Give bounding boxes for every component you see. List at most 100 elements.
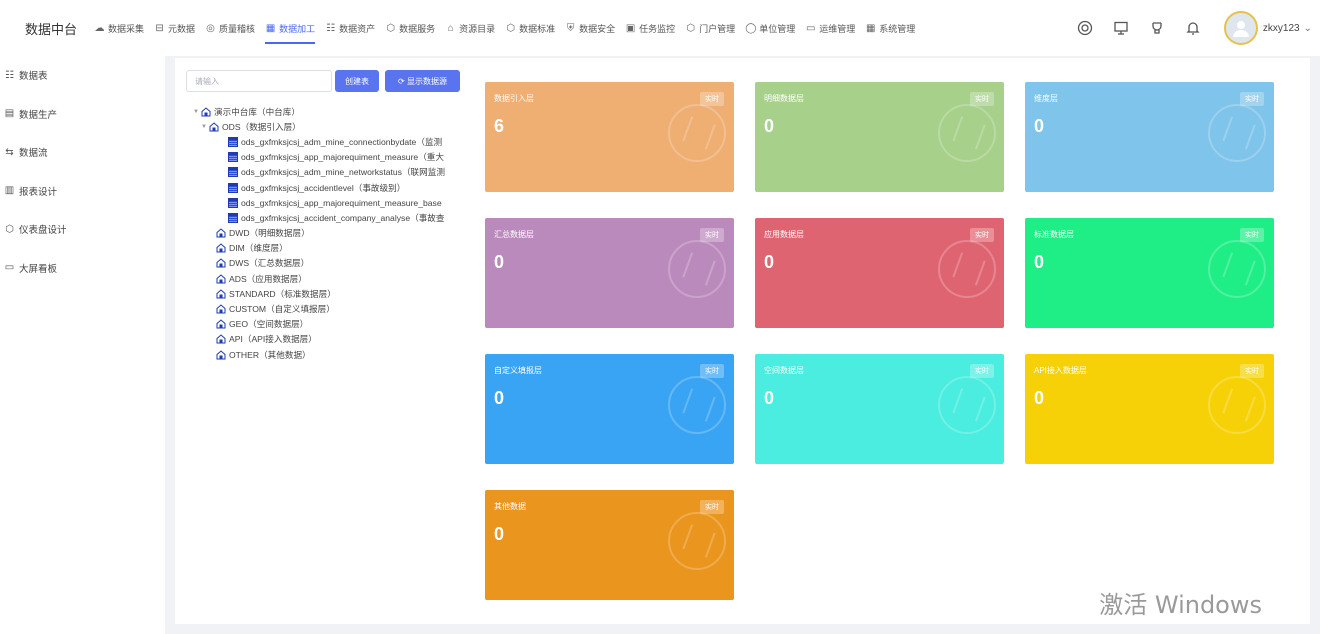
- tree-node-label: DIM（维度层）: [229, 243, 288, 254]
- chevron-down-icon[interactable]: ⌄: [1304, 23, 1312, 34]
- card-count: 0: [1034, 116, 1045, 136]
- tree-node-layer[interactable]: API（API接入数据层）: [193, 332, 445, 347]
- card-count: 0: [494, 252, 505, 272]
- sidebar-item-1[interactable]: ▤ 数据生产: [0, 95, 165, 134]
- sidebar-item-0[interactable]: ☷ 数据表: [0, 56, 165, 95]
- theme-switch-icon[interactable]: [1148, 19, 1166, 37]
- database-house-icon: [209, 122, 219, 132]
- card-count: 0: [764, 388, 775, 408]
- tree-node-layer[interactable]: GEO（空间数据层）: [193, 317, 445, 332]
- bank-icon: ⌂: [447, 22, 454, 34]
- tree-node-table[interactable]: ods_gxfmksjcsj_adm_mine_connectionbydate…: [193, 134, 445, 149]
- caret-down-icon[interactable]: ▼: [193, 109, 201, 115]
- show-datasource-label: 显示数据源: [406, 76, 447, 86]
- sidebar-item-5[interactable]: ▭ 大屏看板: [0, 249, 165, 288]
- show-datasource-button[interactable]: ⟳ 显示数据源: [385, 70, 460, 92]
- sidebar-item-label: 报表设计: [19, 186, 58, 198]
- nav-item-3[interactable]: ▦ 数据加工: [260, 0, 320, 56]
- tree-node-table[interactable]: ods_gxfmksjcsj_app_majorequiment_measure…: [193, 195, 445, 210]
- nav-item-9[interactable]: ▣ 任务监控: [620, 0, 680, 56]
- tree-node-label: 演示中台库（中台库）: [214, 106, 300, 117]
- help-ring-icon[interactable]: [1076, 19, 1094, 37]
- nav-item-11[interactable]: ◯ 单位管理: [740, 0, 800, 56]
- tree-node-table[interactable]: ods_gxfmksjcsj_accident_company_analyse（…: [193, 210, 445, 225]
- tree-node-layer[interactable]: OTHER（其他数据）: [193, 347, 445, 362]
- nav-item-label: 运维管理: [819, 23, 856, 34]
- nav-item-10[interactable]: ⬡ 门户管理: [680, 0, 740, 56]
- tree-node-label: OTHER（其他数据）: [229, 349, 311, 360]
- layer-card[interactable]: 数据引入层 6 实时: [485, 82, 734, 192]
- card-title: 维度层: [1034, 94, 1058, 103]
- nav-item-label: 元数据: [168, 23, 196, 34]
- layer-card[interactable]: 应用数据层 0 实时: [755, 218, 1004, 328]
- layer-card[interactable]: 维度层 0 实时: [1025, 82, 1274, 192]
- monitor-icon: ▣: [625, 22, 636, 34]
- sidebar-item-label: 数据生产: [19, 109, 58, 121]
- tree-node-label: DWS（汇总数据层）: [229, 258, 310, 269]
- database-house-icon: [216, 319, 226, 329]
- database-house-icon: [216, 228, 226, 238]
- tree-node-table[interactable]: ods_gxfmksjcsj_app_majorequiment_measure…: [193, 150, 445, 165]
- layer-card[interactable]: 其他数据 0 实时: [485, 490, 734, 600]
- stamp-icon: [1208, 240, 1266, 298]
- main-nav: ☁ 数据采集 ⊟ 元数据 ◎ 质量稽核 ▦ 数据加工 ☷ 数据资产 ⬡ 数据服务 ⌂ 资源目录 ⬡ 数据标准 ⛨…: [89, 0, 920, 56]
- flow-icon: ⇆: [5, 146, 14, 158]
- sidebar-item-2[interactable]: ⇆ 数据流: [0, 133, 165, 172]
- nav-item-label: 任务监控: [639, 23, 676, 34]
- stamp-icon: [1208, 376, 1266, 434]
- stamp-icon: [1208, 104, 1266, 162]
- stamp-icon: [668, 512, 726, 570]
- nav-item-5[interactable]: ⬡ 数据服务: [380, 0, 440, 56]
- nav-item-8[interactable]: ⛨ 数据安全: [560, 0, 620, 56]
- tree-node-layer[interactable]: DWD（明细数据层）: [193, 226, 445, 241]
- nav-item-2[interactable]: ◎ 质量稽核: [200, 0, 260, 56]
- tree-node-layer[interactable]: CUSTOM（自定义填报层）: [193, 301, 445, 316]
- layer-card[interactable]: 标准数据层 0 实时: [1025, 218, 1274, 328]
- sidebar-item-4[interactable]: ⬡ 仪表盘设计: [0, 210, 165, 249]
- layer-card[interactable]: 汇总数据层 0 实时: [485, 218, 734, 328]
- table-icon: [228, 197, 238, 208]
- hexagon-icon: ⬡: [506, 22, 515, 34]
- tree-node-layer[interactable]: DIM（维度层）: [193, 241, 445, 256]
- refresh-icon: ⟳: [398, 76, 407, 86]
- database-house-icon: [216, 304, 226, 314]
- tree-node-label: STANDARD（标准数据层）: [229, 288, 336, 299]
- search-input[interactable]: [186, 70, 332, 92]
- bell-icon[interactable]: [1184, 19, 1202, 37]
- nav-item-12[interactable]: ▭ 运维管理: [800, 0, 860, 56]
- tree-node-label: ods_gxfmksjcsj_adm_mine_networkstatus（联网…: [241, 167, 445, 178]
- card-count: 0: [494, 388, 505, 408]
- card-title: 明细数据层: [764, 94, 804, 103]
- username[interactable]: zkxy123: [1263, 23, 1300, 34]
- tree-node-layer[interactable]: DWS（汇总数据层）: [193, 256, 445, 271]
- tree-node-table[interactable]: ods_gxfmksjcsj_accidentlevel（事故级别）: [193, 180, 445, 195]
- create-table-button[interactable]: 创建表: [335, 70, 379, 92]
- layer-card[interactable]: 明细数据层 0 实时: [755, 82, 1004, 192]
- sidebar-item-label: 数据表: [19, 71, 48, 83]
- tree-node-layer[interactable]: ADS（应用数据层）: [193, 271, 445, 286]
- card-title: 自定义填报层: [494, 366, 542, 375]
- nav-item-13[interactable]: ▦ 系统管理: [860, 0, 920, 56]
- card-count: 0: [764, 116, 775, 136]
- tree-node-label: ods_gxfmksjcsj_adm_mine_connectionbydate…: [241, 136, 443, 147]
- tree-node-table[interactable]: ods_gxfmksjcsj_adm_mine_networkstatus（联网…: [193, 165, 445, 180]
- screen-icon[interactable]: [1112, 19, 1130, 37]
- tree-node-layer[interactable]: STANDARD（标准数据层）: [193, 286, 445, 301]
- avatar[interactable]: [1223, 11, 1258, 45]
- nav-item-6[interactable]: ⌂ 资源目录: [440, 0, 500, 56]
- tree-node-root[interactable]: ▼ 演示中台库（中台库）: [193, 104, 445, 119]
- nav-item-label: 单位管理: [759, 23, 796, 34]
- nav-item-0[interactable]: ☁ 数据采集: [89, 0, 149, 56]
- nav-item-4[interactable]: ☷ 数据资产: [320, 0, 380, 56]
- caret-down-icon[interactable]: ▼: [201, 124, 209, 130]
- table-icon: [228, 182, 238, 193]
- nav-item-7[interactable]: ⬡ 数据标准: [500, 0, 560, 56]
- tree-node-ods[interactable]: ▼ ODS（数据引入层）: [193, 119, 445, 134]
- layer-card[interactable]: 自定义填报层 0 实时: [485, 354, 734, 464]
- card-title: 空间数据层: [764, 366, 804, 375]
- layer-card[interactable]: API接入数据层 0 实时: [1025, 354, 1274, 464]
- nav-item-1[interactable]: ⊟ 元数据: [149, 0, 200, 56]
- layer-card[interactable]: 空间数据层 0 实时: [755, 354, 1004, 464]
- sidebar-item-3[interactable]: ▥ 报表设计: [0, 172, 165, 211]
- nav-item-label: 数据标准: [519, 23, 556, 34]
